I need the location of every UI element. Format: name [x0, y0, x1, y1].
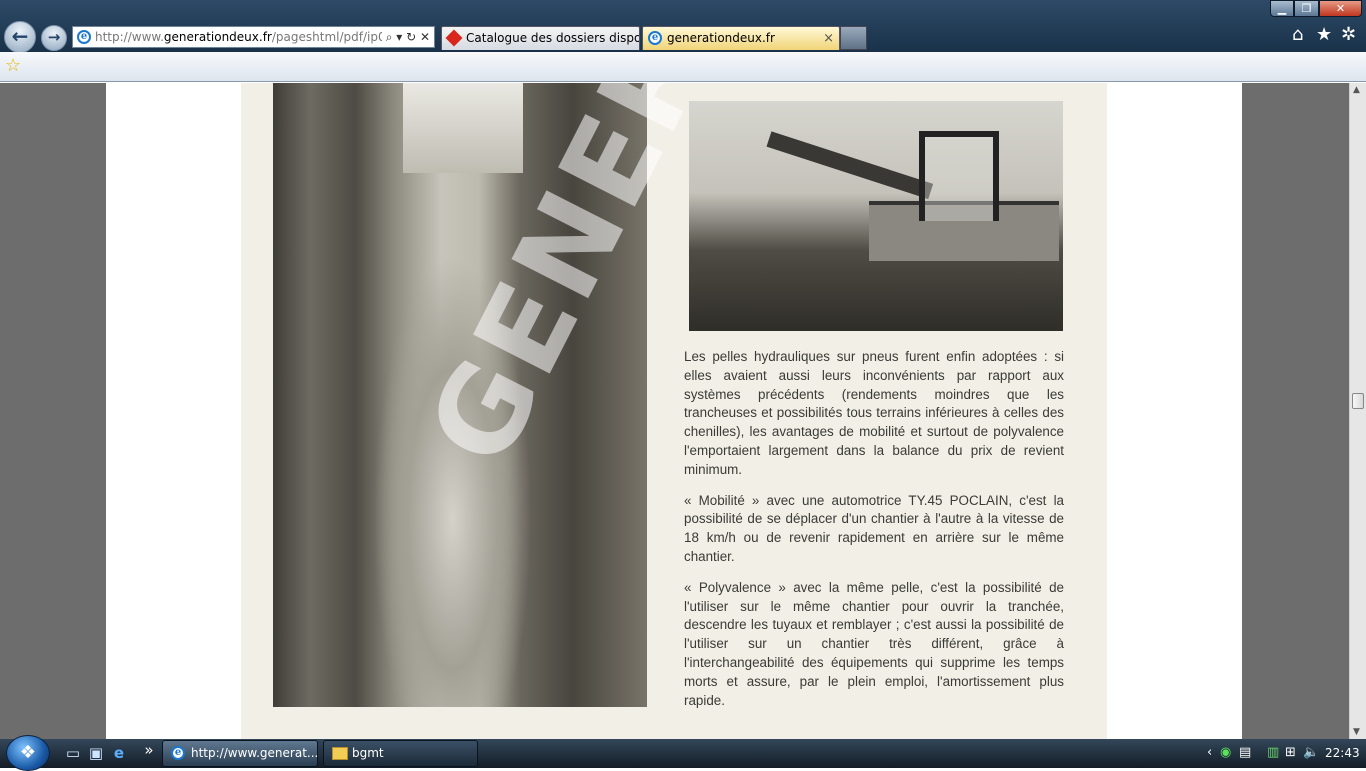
scanned-page: Les pelles hydrauliques sur pneus furent…: [241, 83, 1107, 739]
ie-icon: e: [171, 746, 185, 760]
excavator-photo: [689, 101, 1063, 331]
address-domain: generationdeux.fr: [163, 30, 272, 44]
scroll-down-icon[interactable]: ▼: [1353, 727, 1360, 737]
start-button[interactable]: ❖: [6, 735, 50, 771]
minimize-button[interactable]: ▁: [1270, 0, 1294, 17]
vertical-scrollbar[interactable]: ▲ ▼: [1349, 83, 1366, 739]
taskbar-item-ie[interactable]: e http://www.generat...: [162, 740, 318, 767]
tab-generationdeux[interactable]: e generationdeux.fr ×: [642, 26, 840, 50]
address-bar[interactable]: e http://www.generationdeux.fr/pageshtml…: [72, 26, 435, 48]
address-prefix: http://www.: [95, 30, 164, 44]
article-text: Les pelles hydrauliques sur pneus furent…: [684, 348, 1064, 722]
network-status-icon[interactable]: ◉: [1220, 745, 1231, 760]
restore-button[interactable]: ❐: [1294, 0, 1319, 17]
folder-icon: [332, 747, 348, 760]
scroll-thumb[interactable]: [1352, 393, 1364, 409]
home-icon[interactable]: ⌂: [1292, 24, 1303, 45]
tab-label: Catalogue des dossiers disponi...: [466, 31, 640, 45]
back-button[interactable]: ←: [4, 21, 36, 53]
paragraph: « Polyvalence » avec la même pelle, c'es…: [684, 579, 1064, 708]
ie-icon: e: [648, 31, 662, 45]
scroll-up-icon[interactable]: ▲: [1353, 85, 1360, 95]
quicklaunch-more-icon[interactable]: »: [140, 741, 158, 759]
paragraph: Les pelles hydrauliques sur pneus furent…: [684, 349, 1064, 477]
excavator-boom: [766, 131, 934, 200]
tab-label: generationdeux.fr: [667, 31, 775, 45]
pdf-icon: [445, 29, 463, 47]
volume-icon[interactable]: 🔈: [1303, 745, 1319, 760]
close-tab-icon[interactable]: ×: [823, 27, 834, 50]
monitor-icon[interactable]: ▤: [1239, 745, 1251, 760]
forward-button[interactable]: →: [41, 25, 67, 51]
address-path: /pageshtml/pdf/ip03: [271, 30, 394, 44]
new-tab-button[interactable]: [840, 26, 867, 50]
clock[interactable]: 22:43: [1325, 739, 1360, 768]
tab-catalogue[interactable]: Catalogue des dossiers disponi...: [441, 26, 640, 50]
content-area: Les pelles hydrauliques sur pneus furent…: [0, 83, 1366, 739]
star-icon[interactable]: ★: [1316, 24, 1332, 45]
show-desktop-icon[interactable]: ▭: [64, 744, 82, 762]
add-favorites-icon[interactable]: ☆: [5, 55, 21, 76]
address-tools[interactable]: ⌕ ▾ ↻ ✕: [381, 27, 434, 47]
taskbar-item-folder[interactable]: bgmt: [323, 740, 478, 767]
pdf-page: Les pelles hydrauliques sur pneus furent…: [106, 83, 1242, 739]
ie-quicklaunch-icon[interactable]: e: [110, 744, 128, 762]
paragraph: « Mobilité » avec une automotrice TY.45 …: [684, 492, 1064, 564]
gear-icon[interactable]: ✲: [1341, 24, 1356, 45]
close-window-button[interactable]: ✕: [1319, 0, 1362, 17]
excavator-cab: [919, 131, 999, 221]
favorites-bar: ☆: [0, 52, 1366, 82]
taskbar: ❖ ▭ ▣ e » e http://www.generat... bgmt ‹…: [0, 735, 1366, 771]
tray-expand-icon[interactable]: ‹: [1207, 745, 1212, 760]
browser-chrome: ▁ ❐ ✕ ← → e http://www.generationdeux.fr…: [0, 0, 1366, 53]
network-icon[interactable]: ⊞: [1285, 745, 1296, 760]
ie-icon: e: [77, 30, 91, 44]
switch-windows-icon[interactable]: ▣: [87, 744, 105, 762]
task-label: bgmt: [352, 746, 384, 760]
battery-icon[interactable]: ▥: [1267, 745, 1279, 760]
task-label: http://www.generat...: [191, 746, 318, 760]
